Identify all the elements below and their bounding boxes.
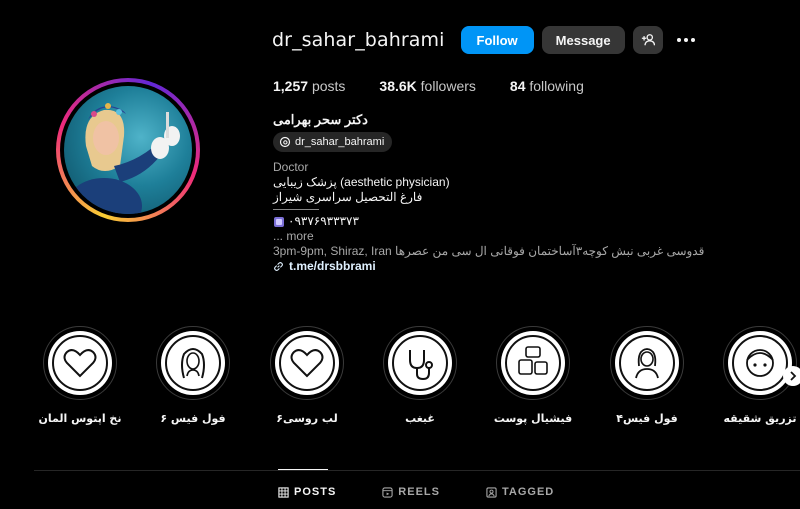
tab-posts[interactable]: POSTS <box>278 486 336 498</box>
more-options-button[interactable] <box>671 26 701 54</box>
highlight-cover <box>275 331 339 395</box>
highlight-label: فیشیال پوست <box>493 412 573 425</box>
username: dr_sahar_bahrami <box>272 29 445 51</box>
highlight-ring <box>43 326 117 400</box>
highlight-cover <box>388 331 452 395</box>
following-count: 84 <box>509 78 526 94</box>
tabs-divider <box>34 470 800 471</box>
tagged-icon <box>486 486 497 498</box>
profile-bio: دکتر سحر بهرامی dr_sahar_bahrami Doctor … <box>273 112 713 274</box>
following-label: following <box>529 78 584 94</box>
highlight-item[interactable]: فیشیال پوست <box>478 326 588 425</box>
followers-stat[interactable]: 38.6K followers <box>379 78 476 94</box>
phone-emoji-icon <box>274 216 284 227</box>
heart-icon <box>52 335 108 391</box>
highlight-label: نخ اپتوس المان <box>38 412 122 425</box>
highlight-item[interactable]: فول فیس۴ <box>592 326 702 425</box>
face-icon <box>732 335 788 391</box>
add-person-icon <box>641 34 655 46</box>
profile-stats: 1,257 posts 38.6K followers 84 following <box>273 78 584 94</box>
highlight-ring <box>496 326 570 400</box>
posts-count: 1,257 <box>273 78 309 94</box>
link-icon <box>274 262 283 271</box>
message-button[interactable]: Message <box>541 26 625 54</box>
stethoscope-icon <box>392 335 448 391</box>
posts-stat: 1,257 posts <box>273 78 345 94</box>
reels-icon <box>382 486 393 498</box>
tab-posts-label: POSTS <box>294 486 337 498</box>
profile-tabs: POSTS REELS TAGGED <box>278 486 554 498</box>
grid-icon <box>278 486 289 498</box>
highlight-ring <box>610 326 684 400</box>
threads-badge[interactable]: dr_sahar_bahrami <box>273 132 393 152</box>
chevron-right-icon <box>790 371 797 381</box>
highlight-label: لب روسی۶ <box>276 412 338 425</box>
tab-tagged[interactable]: TAGGED <box>486 486 554 498</box>
heart-icon <box>279 335 335 391</box>
profile-header-row: dr_sahar_bahrami Follow Message <box>272 26 701 54</box>
bio-more-link[interactable]: ... more <box>273 229 713 244</box>
follow-button[interactable]: Follow <box>460 26 534 54</box>
threads-handle: dr_sahar_bahrami <box>295 135 385 148</box>
highlight-cover <box>161 331 225 395</box>
profile-category: Doctor <box>273 160 309 174</box>
highlight-item[interactable]: فول فیس ۶ <box>138 326 248 425</box>
highlight-item[interactable]: لب روسی۶ <box>252 326 362 425</box>
suggested-people-button[interactable] <box>632 26 663 54</box>
highlight-ring <box>723 326 797 400</box>
highlight-label: تزریق شقیقه <box>723 412 797 425</box>
bio-line-education: فارغ التحصیل سراسری شیراز <box>273 190 423 204</box>
avatar-inner <box>60 82 196 218</box>
highlight-cover <box>501 331 565 395</box>
followers-count: 38.6K <box>379 78 417 94</box>
highlight-item[interactable]: نخ اپتوس المان <box>25 326 135 425</box>
profile-link-text: t.me/drsbbrami <box>289 259 376 273</box>
woman-hair-icon <box>165 335 221 391</box>
highlight-ring <box>270 326 344 400</box>
more-dots-icon <box>676 38 695 42</box>
story-highlights: نخ اپتوس المان فول فیس ۶ لب روسی۶ غبغب ف… <box>0 326 800 426</box>
highlight-item[interactable]: غبغب <box>365 326 475 425</box>
cream-jars-icon <box>505 335 561 391</box>
profile-avatar-ring[interactable] <box>56 78 200 222</box>
bio-address: 3pm-9pm, Shiraz, Iran قدوسی غربی نبش کوچ… <box>273 244 705 258</box>
highlight-ring <box>156 326 230 400</box>
threads-icon <box>279 136 291 148</box>
highlight-label: غبغب <box>405 412 435 425</box>
woman-portrait-icon <box>619 335 675 391</box>
highlight-cover <box>728 331 792 395</box>
highlight-label: فول فیس ۶ <box>160 412 226 425</box>
highlights-next-button[interactable] <box>783 366 800 386</box>
highlight-cover <box>48 331 112 395</box>
profile-photo[interactable] <box>64 86 192 214</box>
bio-phone: ۰۹۳۷۶۹۳۳۳۷۳ <box>273 214 713 229</box>
bio-line-specialty: پزشک زیبایی (aesthetic physician) <box>273 175 450 189</box>
tab-reels-label: REELS <box>398 486 440 498</box>
profile-link[interactable]: t.me/drsbbrami <box>273 259 713 274</box>
tab-tagged-label: TAGGED <box>501 486 555 498</box>
active-tab-indicator <box>278 469 328 470</box>
followers-label: followers <box>420 78 476 94</box>
doctor-portrait-image <box>66 103 180 214</box>
phone-number: ۰۹۳۷۶۹۳۳۳۷۳ <box>288 214 359 228</box>
tab-reels[interactable]: REELS <box>382 486 440 498</box>
bio-divider <box>273 209 319 212</box>
highlight-ring <box>383 326 457 400</box>
posts-label: posts <box>311 78 346 94</box>
highlight-label: فول فیس۴ <box>616 412 678 425</box>
following-stat[interactable]: 84 following <box>510 78 584 94</box>
display-name: دکتر سحر بهرامی <box>273 112 368 127</box>
highlight-cover <box>615 331 679 395</box>
